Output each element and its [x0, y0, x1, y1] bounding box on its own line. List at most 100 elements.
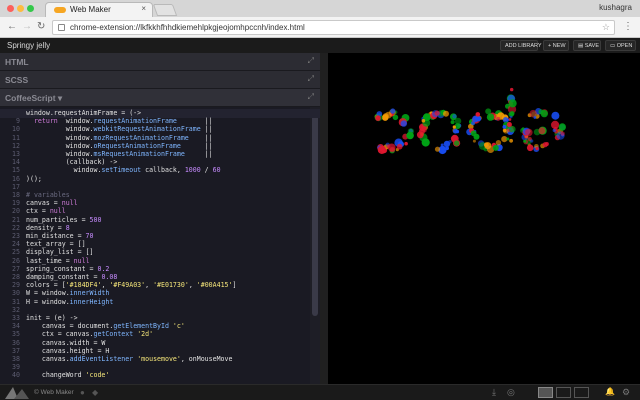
twitter-icon[interactable]: ◆ [92, 388, 98, 397]
browser-tab-strip: Web Maker × kushagra [0, 0, 640, 17]
code-text[interactable]: canvas.height = H [26, 347, 110, 355]
code-text[interactable]: colors = ['#184DF4', '#F49A03', '#E01730… [26, 281, 236, 289]
code-text[interactable]: spring_constant = 0.2 [26, 265, 109, 273]
particle [421, 119, 426, 123]
code-text[interactable]: damping_constant = 0.08 [26, 273, 117, 281]
line-number: 18 [12, 191, 20, 199]
code-text[interactable]: window.webkitRequestAnimationFrame || [26, 125, 213, 133]
particle [509, 111, 515, 116]
line-number: 12 [12, 141, 20, 150]
code-text[interactable]: num_particles = 500 [26, 216, 101, 224]
particle [538, 127, 546, 135]
code-text[interactable]: window.oRequestAnimationFrame || [26, 142, 213, 150]
particle [525, 128, 533, 137]
app-footer: © Web Maker ● ◆ ⤓ ◎ 🔔 ⚙ [0, 384, 640, 400]
code-text[interactable]: W = window.innerWidth [26, 289, 109, 297]
scss-panel-header[interactable]: SCSS ⤢ [0, 71, 320, 89]
code-text[interactable]: canvas = document.getElementById 'c' [26, 322, 185, 330]
coffeescript-panel-header[interactable]: CoffeeScript ▾ ⤢ [0, 89, 320, 107]
code-text[interactable]: window.mozRequestAnimationFrame || [26, 134, 213, 142]
download-icon[interactable]: ⤓ [492, 387, 496, 398]
reload-icon[interactable]: ↻ [37, 21, 45, 32]
code-text[interactable]: canvas.width = W [26, 339, 106, 347]
particle [529, 109, 537, 118]
add-library-button[interactable]: ADD LIBRARY [500, 40, 542, 51]
code-text[interactable]: min_distance = 70 [26, 232, 94, 240]
code-text[interactable]: window.requestAnimFrame = (-> [26, 109, 141, 117]
code-line[interactable]: 40 changeWord 'code' [0, 371, 320, 380]
code-text[interactable]: H = window.innerHeight [26, 298, 113, 306]
code-text[interactable]: ctx = canvas.getContext '2d' [26, 330, 153, 338]
code-editor[interactable]: window.requestAnimFrame = (-> 9 return wi… [0, 107, 320, 384]
particle [530, 139, 534, 143]
line-number: 16 [12, 174, 20, 183]
code-text[interactable]: )(); [26, 175, 42, 183]
particle [538, 109, 544, 115]
help-icon[interactable]: ◎ [507, 387, 515, 398]
browser-toolbar: ← → ↻ chrome-extension://lkfkkhfhhdkieme… [0, 17, 640, 38]
forward-arrow-icon[interactable]: → [22, 21, 32, 32]
web-maker-logo-icon[interactable] [5, 387, 29, 399]
line-number: 27 [12, 264, 20, 273]
layout-2-button[interactable] [556, 387, 571, 398]
particle-canvas[interactable] [328, 53, 640, 384]
profile-name[interactable]: kushagra [599, 3, 632, 12]
new-tab-button[interactable] [152, 4, 178, 16]
html-panel-header[interactable]: HTML ⤢ [0, 53, 320, 71]
particle [542, 142, 548, 148]
close-window-button[interactable] [7, 5, 14, 12]
project-title[interactable]: Springy jelly [7, 41, 50, 50]
code-text[interactable]: changeWord 'code' [26, 371, 110, 379]
code-text[interactable]: init = (e) -> [26, 314, 78, 322]
new-button[interactable]: + NEW [543, 40, 569, 51]
code-text[interactable]: return window.requestAnimationFrame || [26, 117, 213, 125]
maximize-window-button[interactable] [27, 5, 34, 12]
preview-pane[interactable] [328, 53, 640, 384]
code-text[interactable]: canvas = null [26, 199, 78, 207]
expand-icon[interactable]: ⤢ [308, 56, 314, 66]
code-text[interactable]: window.msRequestAnimationFrame || [26, 150, 213, 158]
code-text[interactable]: last_time = null [26, 257, 90, 265]
code-text[interactable]: (callback) -> [26, 158, 118, 166]
save-button[interactable]: ▤ SAVE [573, 40, 601, 51]
code-text[interactable]: density = 8 [26, 224, 70, 232]
expand-icon[interactable]: ⤢ [308, 92, 314, 102]
coffeescript-mode-select[interactable]: CoffeeScript ▾ [5, 93, 62, 104]
layout-3-button[interactable] [574, 387, 589, 398]
url-text[interactable]: chrome-extension://lkfkkhfhhdkiemehlpkgj… [70, 23, 305, 32]
line-number: 9 [16, 117, 20, 126]
code-text[interactable]: ctx = null [26, 207, 66, 215]
back-arrow-icon[interactable]: ← [7, 21, 17, 32]
particle [533, 116, 537, 119]
line-number: 24 [12, 240, 20, 249]
code-text[interactable]: text_array = [] [26, 240, 86, 248]
particle [416, 131, 424, 139]
chrome-menu-icon[interactable]: ⋮ [623, 21, 633, 32]
particle [492, 144, 499, 151]
particle [510, 87, 514, 92]
code-text[interactable]: canvas.addEventListener 'mousemove', onM… [26, 355, 233, 363]
line-number: 38 [12, 355, 20, 363]
page-info-icon[interactable] [58, 24, 65, 31]
settings-gear-icon[interactable]: ⚙ [622, 387, 630, 398]
code-text[interactable]: display_list = [] [26, 248, 94, 256]
notifications-bell-icon[interactable]: 🔔 [605, 387, 615, 396]
line-number: 23 [12, 232, 20, 240]
footer-brand[interactable]: © Web Maker [34, 389, 74, 396]
minimize-window-button[interactable] [17, 5, 24, 12]
address-bar[interactable]: chrome-extension://lkfkkhfhhdkiemehlpkgj… [52, 20, 615, 35]
pane-resize-handle[interactable] [320, 53, 328, 384]
layout-1-button[interactable] [538, 387, 553, 398]
particle [387, 143, 396, 152]
github-icon[interactable]: ● [80, 388, 85, 397]
code-text[interactable]: window.setTimeout callback, 1000 / 60 [26, 166, 221, 174]
open-button[interactable]: ▭ OPEN [605, 40, 636, 51]
code-text[interactable]: # variables [26, 191, 70, 199]
line-number: 21 [12, 215, 20, 224]
expand-icon[interactable]: ⤢ [308, 74, 314, 84]
editor-pane: HTML ⤢ SCSS ⤢ CoffeeScript ▾ ⤢ window.re… [0, 53, 320, 384]
bookmark-star-icon[interactable]: ☆ [602, 22, 610, 33]
tab-title: Web Maker [70, 5, 111, 14]
browser-tab[interactable]: Web Maker × [45, 2, 153, 17]
tab-close-icon[interactable]: × [141, 4, 146, 13]
